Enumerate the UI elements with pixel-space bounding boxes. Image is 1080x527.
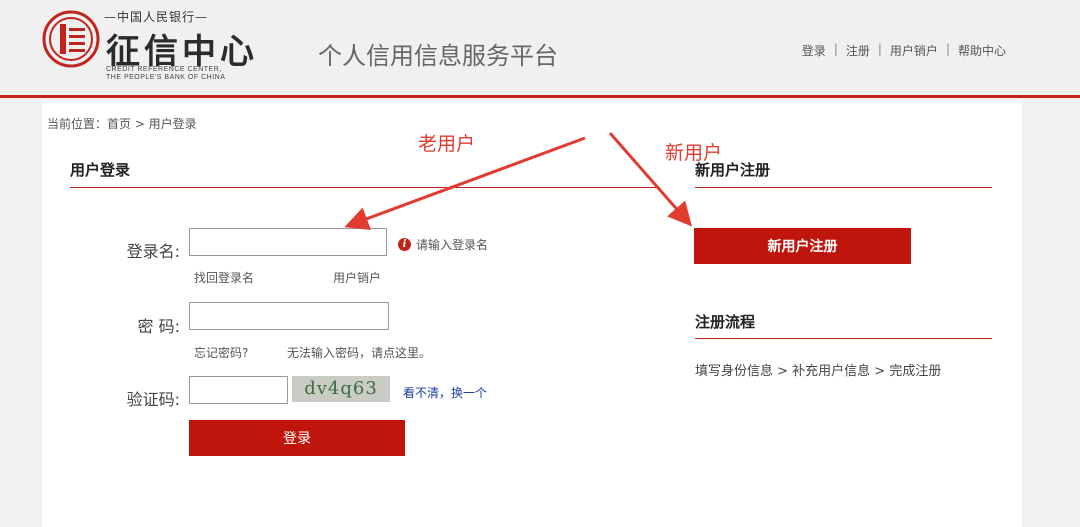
new-user-annotation: 新用户 — [665, 142, 723, 164]
top-nav: 登录 | 注册 | 用户销户 | 帮助中心 — [802, 42, 1006, 59]
logo-issuer-text: —中国人民银行— — [104, 10, 209, 24]
captcha-image[interactable]: dv4q63 — [292, 376, 390, 402]
platform-title: 个人信用信息服务平台 — [318, 42, 558, 70]
nav-help-center-link[interactable]: 帮助中心 — [958, 42, 1006, 59]
main-panel: 当前位置：首页 > 用户登录 用户登录 登录名: i 请输入登录名 找回登录名 … — [42, 101, 1022, 527]
nav-register-link[interactable]: 注册 — [846, 42, 870, 59]
register-process-divider — [695, 338, 992, 339]
logo-english-line-2: THE PEOPLE'S BANK OF CHINA — [106, 74, 226, 81]
captcha-input[interactable] — [189, 376, 288, 404]
password-input[interactable] — [189, 302, 389, 330]
login-button[interactable]: 登录 — [189, 420, 405, 456]
nav-separator: | — [945, 42, 950, 56]
refresh-captcha-link[interactable]: 看不清，换一个 — [403, 384, 487, 401]
nav-cancel-account-link[interactable]: 用户销户 — [890, 42, 938, 59]
login-section-title: 用户登录 — [70, 161, 131, 179]
forgot-username-link[interactable]: 找回登录名 — [194, 269, 254, 286]
credit-center-logo-icon — [42, 10, 100, 68]
captcha-label: 验证码: — [126, 390, 180, 409]
username-hint-text: 请输入登录名 — [416, 238, 489, 252]
info-icon: i — [398, 238, 411, 251]
cannot-input-password-link[interactable]: 无法输入密码，请点这里。 — [287, 344, 431, 361]
username-label: 登录名: — [126, 242, 180, 261]
breadcrumb: 当前位置：首页 > 用户登录 — [47, 117, 197, 131]
login-section-divider — [70, 187, 660, 188]
old-user-annotation: 老用户 — [418, 133, 476, 155]
nav-login-link[interactable]: 登录 — [802, 42, 826, 59]
username-input[interactable] — [189, 228, 387, 256]
forgot-password-link[interactable]: 忘记密码? — [194, 344, 248, 361]
register-process-steps: 填写身份信息 > 补充用户信息 > 完成注册 — [695, 364, 942, 379]
register-process-title: 注册流程 — [695, 313, 756, 331]
register-button[interactable]: 新用户注册 — [694, 228, 911, 264]
nav-separator: | — [833, 42, 838, 56]
site-header: —中国人民银行— 征信中心 CREDIT REFERENCE CENTER, T… — [0, 0, 1080, 98]
cancel-account-link[interactable]: 用户销户 — [333, 269, 381, 286]
nav-separator: | — [877, 42, 882, 56]
password-label: 密 码: — [137, 317, 180, 336]
username-hint: i 请输入登录名 — [398, 236, 488, 253]
register-section-divider — [695, 187, 992, 188]
logo-english-line-1: CREDIT REFERENCE CENTER, — [106, 66, 222, 73]
